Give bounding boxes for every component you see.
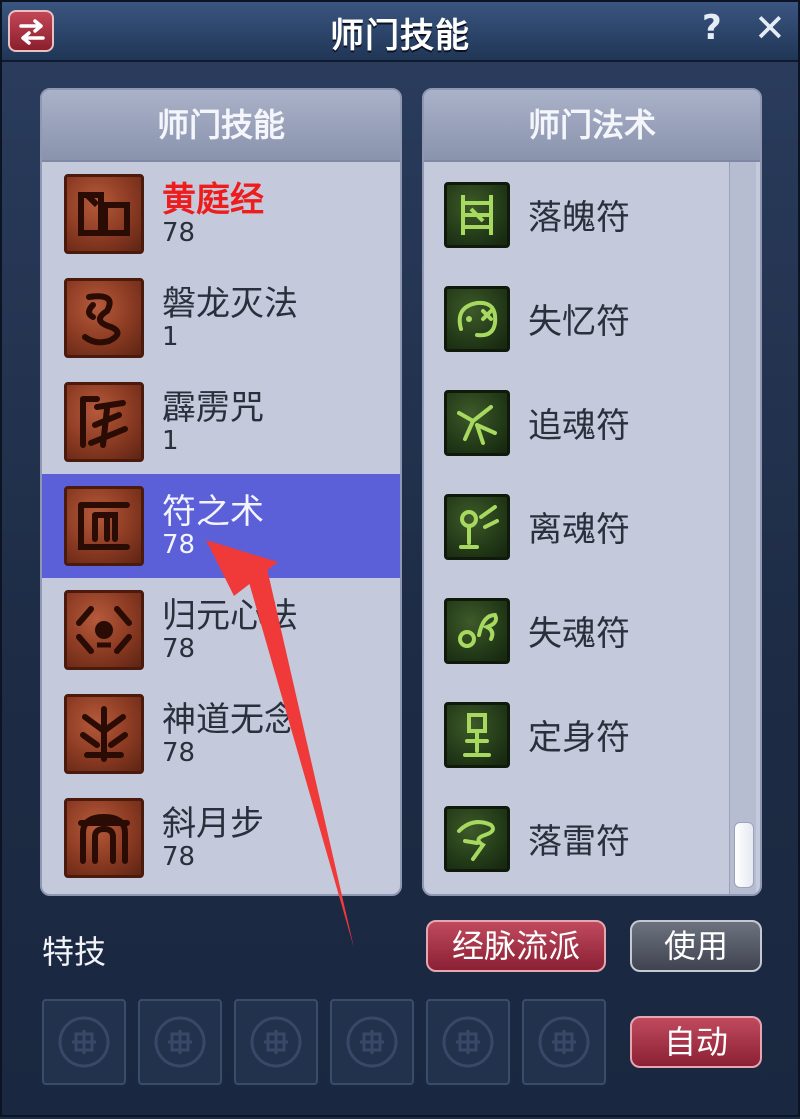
spell-name: 失魂符 (528, 614, 630, 654)
talisman-green-icon (444, 182, 510, 248)
spell-row-luopofu[interactable]: 落魄符 (424, 166, 760, 270)
skill-row-huangtingjing[interactable]: 黄庭经 78 (42, 162, 400, 266)
skill-level: 1 (162, 426, 179, 456)
special-skill-slot[interactable] (234, 999, 318, 1085)
spell-name: 定身符 (528, 718, 630, 758)
empty-slot-pattern-icon (250, 1016, 302, 1068)
skill-level: 78 (162, 530, 196, 560)
divine-glyph-icon (64, 694, 144, 774)
spell-name: 离魂符 (528, 510, 630, 550)
close-button[interactable]: ✕ (754, 6, 786, 50)
school-skills-panel: 师门技能 黄庭经 78 磐龙灭法 1 霹雳咒 1 符之术 78 归元心法 78 … (40, 88, 402, 896)
spell-row-luoleifu[interactable]: 落雷符 (424, 790, 760, 894)
spell-name: 落魄符 (528, 198, 630, 238)
scrollbar-thumb[interactable] (734, 822, 754, 888)
skill-name: 符之术 (162, 492, 264, 532)
skill-name: 磐龙灭法 (162, 284, 298, 324)
spell-row-lihunfu[interactable]: 离魂符 (424, 478, 760, 582)
special-skill-slot[interactable] (426, 999, 510, 1085)
freeze-green-icon (444, 702, 510, 768)
skill-row-fuzhishu[interactable]: 符之术 78 (42, 474, 400, 578)
talisman-glyph-icon (64, 486, 144, 566)
title-bar: 师门技能 ? ✕ (2, 2, 798, 62)
spells-scrollbar[interactable] (729, 162, 756, 894)
special-skill-slot[interactable] (330, 999, 414, 1085)
empty-slot-pattern-icon (442, 1016, 494, 1068)
skill-name: 霹雳咒 (162, 388, 264, 428)
school-skills-header: 师门技能 (42, 90, 400, 162)
skill-level: 78 (162, 738, 196, 768)
spell-name: 落雷符 (528, 822, 630, 862)
skill-row-xieyuebu[interactable]: 斜月步 78 (42, 786, 400, 890)
empty-slot-pattern-icon (538, 1016, 590, 1068)
skill-row-panlongmiefa[interactable]: 磐龙灭法 1 (42, 266, 400, 370)
special-skill-slot[interactable] (522, 999, 606, 1085)
skill-level: 78 (162, 842, 196, 872)
book-glyph-icon (64, 174, 144, 254)
skill-name: 黄庭经 (162, 180, 264, 220)
spell-row-dingshenfu[interactable]: 定身符 (424, 686, 760, 790)
thunder-glyph-icon (64, 382, 144, 462)
skill-row-shendaowunian[interactable]: 神道无念 78 (42, 682, 400, 786)
school-spells-panel: 师门法术 落魄符 失忆符 追魂符 离魂符 失魂符 定身符 落雷符 (422, 88, 762, 896)
empty-slot-pattern-icon (154, 1016, 206, 1068)
use-button[interactable]: 使用 (630, 920, 762, 972)
special-skill-slot[interactable] (42, 999, 126, 1085)
spell-name: 追魂符 (528, 406, 630, 446)
empty-slot-pattern-icon (58, 1016, 110, 1068)
skill-name: 神道无念 (162, 700, 298, 740)
empty-slot-pattern-icon (346, 1016, 398, 1068)
forget-green-icon (444, 286, 510, 352)
heart-glyph-icon (64, 590, 144, 670)
special-skill-slot[interactable] (138, 999, 222, 1085)
skill-level: 78 (162, 634, 196, 664)
skill-name: 归元心法 (162, 596, 298, 636)
lose-soul-green-icon (444, 598, 510, 664)
skill-row-pilizhou[interactable]: 霹雳咒 1 (42, 370, 400, 474)
window-title: 师门技能 (330, 16, 470, 56)
special-skills-label: 特技 (42, 933, 107, 971)
skill-name: 斜月步 (162, 804, 264, 844)
moon-step-glyph-icon (64, 798, 144, 878)
leave-soul-green-icon (444, 494, 510, 560)
spell-name: 失忆符 (528, 302, 630, 342)
skill-window: 师门技能 ? ✕ 师门技能 黄庭经 78 磐龙灭法 1 霹雳咒 1 符之术 78… (0, 0, 800, 1117)
skill-level: 1 (162, 322, 179, 352)
school-spells-header: 师门法术 (424, 90, 760, 162)
auto-button[interactable]: 自动 (630, 1016, 762, 1068)
skill-level: 78 (162, 218, 196, 248)
dragon-glyph-icon (64, 278, 144, 358)
thunder-green-icon (444, 806, 510, 872)
skill-row-guiyuanxinfa[interactable]: 归元心法 78 (42, 578, 400, 682)
meridian-school-button[interactable]: 经脉流派 (426, 920, 606, 972)
spell-row-shiyifu[interactable]: 失忆符 (424, 270, 760, 374)
spell-row-shihunfu[interactable]: 失魂符 (424, 582, 760, 686)
help-button[interactable]: ? (702, 8, 722, 48)
spell-row-zhuihunfu[interactable]: 追魂符 (424, 374, 760, 478)
chase-soul-green-icon (444, 390, 510, 456)
